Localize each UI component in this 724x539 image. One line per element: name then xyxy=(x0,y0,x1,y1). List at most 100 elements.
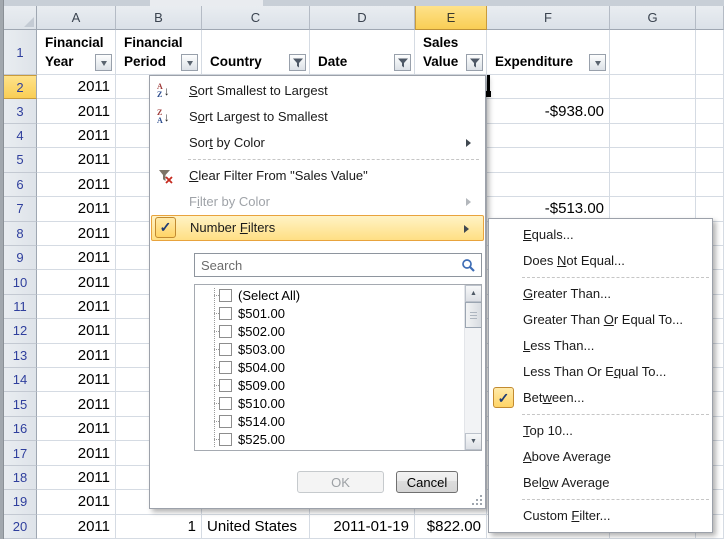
scroll-down-button[interactable]: ▼ xyxy=(465,433,482,450)
cell-H6[interactable] xyxy=(696,173,724,197)
field-cell-E[interactable]: Sales Value xyxy=(415,30,487,75)
checkbox-icon[interactable] xyxy=(219,307,232,320)
row-header-16[interactable]: 16 xyxy=(4,417,37,441)
row-header-17[interactable]: 17 xyxy=(4,441,37,465)
cell-A10[interactable]: 2011 xyxy=(37,270,116,294)
cell-H4[interactable] xyxy=(696,124,724,148)
cell-A7[interactable]: 2011 xyxy=(37,197,116,221)
cell-A9[interactable]: 2011 xyxy=(37,246,116,270)
field-cell-D[interactable]: Date xyxy=(310,30,415,75)
submenu-item-custom-filter[interactable]: Custom Filter... xyxy=(489,503,712,529)
submenu-item-greater-than-or-equal-to[interactable]: Greater Than Or Equal To... xyxy=(489,307,712,333)
cell-A13[interactable]: 2011 xyxy=(37,344,116,368)
filter-value-option[interactable]: $501.00 xyxy=(195,304,464,322)
filter-value-option[interactable]: $514.00 xyxy=(195,412,464,430)
field-cell-H[interactable] xyxy=(696,30,724,75)
checkbox-icon[interactable] xyxy=(219,325,232,338)
row-header-12[interactable]: 12 xyxy=(4,319,37,343)
cell-A8[interactable]: 2011 xyxy=(37,222,116,246)
row-header-15[interactable]: 15 xyxy=(4,392,37,416)
column-header-C[interactable]: C xyxy=(202,6,310,30)
cell-A2[interactable]: 2011 xyxy=(37,75,116,99)
menu-item-filter-by-color[interactable]: Filter by Color xyxy=(150,189,485,215)
cell-C20[interactable]: United States xyxy=(202,515,310,539)
filter-value-option[interactable]: $503.00 xyxy=(195,340,464,358)
submenu-item-equals[interactable]: Equals... xyxy=(489,222,712,248)
cell-A15[interactable]: 2011 xyxy=(37,392,116,416)
cell-F6[interactable] xyxy=(487,173,610,197)
row-header-5[interactable]: 5 xyxy=(4,148,37,172)
row-header-18[interactable]: 18 xyxy=(4,466,37,490)
cell-A11[interactable]: 2011 xyxy=(37,295,116,319)
filter-value-option[interactable]: (Select All) xyxy=(195,286,464,304)
cell-A18[interactable]: 2011 xyxy=(37,466,116,490)
row-header-6[interactable]: 6 xyxy=(4,173,37,197)
scrollbar-thumb[interactable] xyxy=(465,302,482,328)
column-header-D[interactable]: D xyxy=(310,6,415,30)
filter-value-option-partial[interactable] xyxy=(195,448,464,450)
cell-G5[interactable] xyxy=(610,148,696,172)
filter-button-C[interactable] xyxy=(289,54,306,71)
submenu-item-between[interactable]: ✓Between... xyxy=(489,385,712,411)
checkbox-icon[interactable] xyxy=(219,397,232,410)
row-header-19[interactable]: 19 xyxy=(4,490,37,514)
column-header-B[interactable]: B xyxy=(116,6,202,30)
cell-A4[interactable]: 2011 xyxy=(37,124,116,148)
cell-F2[interactable] xyxy=(487,75,610,99)
row-header-7[interactable]: 7 xyxy=(4,197,37,221)
filter-value-option[interactable]: $504.00 xyxy=(195,358,464,376)
menu-item-clear-filter[interactable]: Clear Filter From "Sales Value" xyxy=(150,163,485,189)
cell-H3[interactable] xyxy=(696,99,724,123)
submenu-item-top-10[interactable]: Top 10... xyxy=(489,418,712,444)
filter-value-option[interactable]: $510.00 xyxy=(195,394,464,412)
submenu-item-less-than[interactable]: Less Than... xyxy=(489,333,712,359)
cell-G3[interactable] xyxy=(610,99,696,123)
filter-button-A[interactable] xyxy=(95,54,112,71)
menu-item-sort-largest-to-smallest[interactable]: ZA↓Sort Largest to Smallest xyxy=(150,104,485,130)
checkbox-icon[interactable] xyxy=(219,289,232,302)
scroll-up-button[interactable]: ▲ xyxy=(465,285,482,302)
cell-G4[interactable] xyxy=(610,124,696,148)
submenu-item-greater-than[interactable]: Greater Than... xyxy=(489,281,712,307)
field-cell-B[interactable]: Financial Period xyxy=(116,30,202,75)
cell-A3[interactable]: 2011 xyxy=(37,99,116,123)
filter-value-option[interactable]: $502.00 xyxy=(195,322,464,340)
row-header-9[interactable]: 9 xyxy=(4,246,37,270)
checkbox-icon[interactable] xyxy=(219,433,232,446)
cell-G2[interactable] xyxy=(610,75,696,99)
row-header-4[interactable]: 4 xyxy=(4,124,37,148)
cell-F4[interactable] xyxy=(487,124,610,148)
row-header-3[interactable]: 3 xyxy=(4,99,37,123)
cell-A17[interactable]: 2011 xyxy=(37,441,116,465)
cell-F3[interactable]: -$938.00 xyxy=(487,99,610,123)
checkbox-icon[interactable] xyxy=(219,415,232,428)
column-header-G[interactable]: G xyxy=(610,6,696,30)
column-header-E[interactable]: E xyxy=(415,6,487,30)
filter-value-option[interactable]: $509.00 xyxy=(195,376,464,394)
menu-item-sort-by-color[interactable]: Sort by Color xyxy=(150,130,485,156)
checkbox-icon[interactable] xyxy=(219,379,232,392)
row-header-10[interactable]: 10 xyxy=(4,270,37,294)
submenu-item-less-than-or-equal-to[interactable]: Less Than Or Equal To... xyxy=(489,359,712,385)
submenu-item-does-not-equal[interactable]: Does Not Equal... xyxy=(489,248,712,274)
row-header-20[interactable]: 20 xyxy=(4,515,37,539)
submenu-item-below-average[interactable]: Below Average xyxy=(489,470,712,496)
cell-A20[interactable]: 2011 xyxy=(37,515,116,539)
checkbox-icon[interactable] xyxy=(219,343,232,356)
cell-D20[interactable]: 2011-01-19 xyxy=(310,515,415,539)
filter-button-B[interactable] xyxy=(181,54,198,71)
search-input[interactable] xyxy=(195,254,481,276)
resize-grip[interactable] xyxy=(470,493,483,506)
field-cell-G[interactable] xyxy=(610,30,696,75)
cell-H5[interactable] xyxy=(696,148,724,172)
ok-button[interactable]: OK xyxy=(297,471,384,493)
cancel-button[interactable]: Cancel xyxy=(396,471,458,493)
column-header-F[interactable]: F xyxy=(487,6,610,30)
row-header-2[interactable]: 2 xyxy=(4,75,37,99)
cell-A16[interactable]: 2011 xyxy=(37,417,116,441)
list-scrollbar[interactable]: ▲ ▼ xyxy=(464,285,481,450)
cell-F5[interactable] xyxy=(487,148,610,172)
menu-item-number-filters[interactable]: ✓Number Filters xyxy=(151,215,484,241)
field-cell-C[interactable]: Country xyxy=(202,30,310,75)
row-header-11[interactable]: 11 xyxy=(4,295,37,319)
